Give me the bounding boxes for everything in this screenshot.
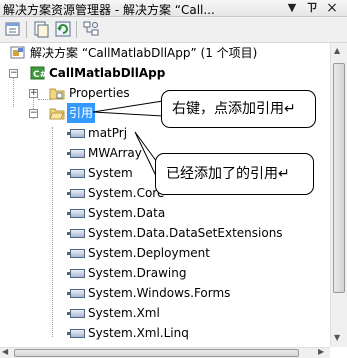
callout-added-references: 已经添加了的引用↵: [155, 153, 314, 195]
callout-right-click: 右键，点添加引用↵: [161, 90, 316, 128]
callout-added-text: 已经添加了的引用↵: [166, 166, 290, 182]
callout-pointer-right-click: [92, 100, 164, 117]
callout-right-click-text: 右键，点添加引用↵: [172, 101, 296, 117]
callout-pointer-added: [134, 131, 158, 179]
